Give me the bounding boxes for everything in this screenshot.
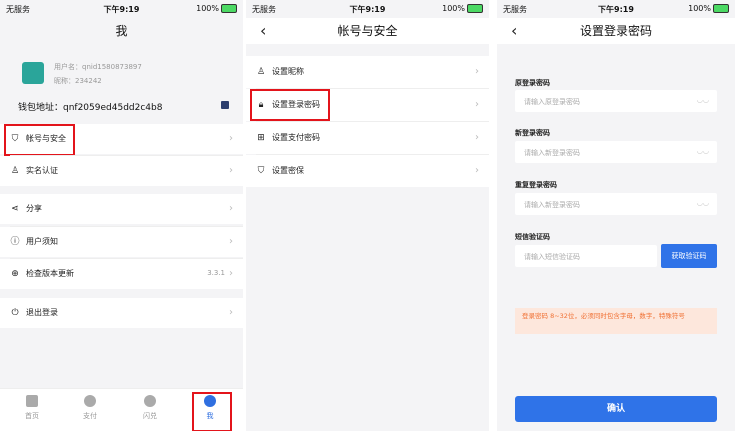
menu-item-real-name[interactable]: ♙ 实名认证 › [0,156,243,186]
new-password-label: 新登录密码 [515,129,550,137]
pay-icon [84,395,96,407]
password-rule-notice: 登录密码 8~32位，必须同时包含字母，数字，特殊符号 [515,308,717,334]
tab-exchange[interactable]: 闪兑 [130,395,170,421]
copy-icon[interactable] [221,101,229,109]
chevron-right-icon: › [229,307,233,318]
update-icon: ⊕ [11,269,19,279]
person-icon: ♙ [256,67,266,77]
menu-item-share[interactable]: ⋖ 分享 › [0,194,243,224]
old-password-field[interactable]: 请输入原登录密码 ◡◡ [515,90,717,112]
get-sms-code-button[interactable]: 获取验证码 [661,244,717,268]
new-password-field[interactable]: 请输入新登录密码 ◡◡ [515,141,717,163]
chevron-right-icon: › [229,236,233,247]
menu-item-set-security-question[interactable]: ⛉ 设置密保 › [246,155,489,187]
exchange-icon [144,395,156,407]
highlight-box [250,89,330,121]
tab-pay[interactable]: 支付 [70,395,110,421]
eye-closed-icon[interactable]: ◡◡ [697,96,709,104]
eye-closed-icon[interactable]: ◡◡ [697,147,709,155]
eye-closed-icon[interactable]: ◡◡ [697,199,709,207]
wallet-address: 钱包地址：qnf2059ed45dd2c4b8 [18,103,163,113]
battery-icon [467,4,483,13]
user-card: 用户名：qnid1580873897 昵称：234242 钱包地址：qnf205… [0,44,243,122]
profile-screen: 无服务 下午9:19 100% 我 用户名：qnid1580873897 昵称：… [0,0,243,431]
pay-lock-icon: ⊞ [257,133,265,143]
menu-item-logout[interactable]: ⏻ 退出登录 › [0,298,243,328]
chevron-right-icon: › [475,66,479,77]
battery-icon [713,4,729,13]
nickname-value: 234242 [75,77,102,85]
status-bar: 无服务 下午9:19 100% [497,0,735,18]
avatar[interactable] [22,62,44,84]
account-security-screen: 无服务 下午9:19 100% ‹ 帐号与安全 ♙ 设置昵称 › 🔒︎ 设置登录… [246,0,489,431]
person-icon: ♙ [10,166,20,176]
chevron-right-icon: › [475,165,479,176]
page-title: 我 [115,24,128,38]
chevron-right-icon: › [475,132,479,143]
tab-home[interactable]: 首页 [12,395,52,421]
home-icon [26,395,38,407]
page-title: 帐号与安全 [337,24,398,38]
old-password-label: 原登录密码 [515,79,550,87]
menu-item-user-notice[interactable]: ⓘ 用户须知 › [0,227,243,257]
battery-icon [221,4,237,13]
chevron-right-icon: › [229,268,233,279]
menu-item-set-nickname[interactable]: ♙ 设置昵称 › [246,56,489,88]
nickname-label: 昵称： [54,77,75,85]
confirm-button[interactable]: 确认 [515,396,717,422]
highlight-box [192,392,232,431]
repeat-password-label: 重复登录密码 [515,181,557,189]
back-icon[interactable]: ‹ [511,18,517,44]
shield-icon: ⛉ [257,166,265,176]
chevron-right-icon: › [475,99,479,110]
highlight-box [4,124,75,156]
status-bar: 无服务 下午9:19 100% [246,0,489,18]
repeat-password-field[interactable]: 请输入新登录密码 ◡◡ [515,193,717,215]
sms-code-label: 短信验证码 [515,233,550,241]
username-label: 用户名： [54,63,82,71]
status-bar: 无服务 下午9:19 100% [0,0,243,18]
share-icon: ⋖ [11,204,19,214]
info-icon: ⓘ [10,237,20,247]
battery-indicator: 100% [196,4,237,13]
username-value: qnid1580873897 [82,63,142,71]
power-icon: ⏻ [11,308,19,318]
sms-code-field[interactable]: 请输入短信验证码 [515,245,657,267]
chevron-right-icon: › [229,165,233,176]
menu-item-set-pay-password[interactable]: ⊞ 设置支付密码 › [246,122,489,154]
version-label: 3.3.1 [207,269,225,277]
page-title: 设置登录密码 [579,24,652,38]
chevron-right-icon: › [229,133,233,144]
chevron-right-icon: › [229,203,233,214]
menu-item-check-update[interactable]: ⊕ 检查版本更新 3.3.1 › [0,259,243,289]
back-icon[interactable]: ‹ [260,18,266,44]
set-login-password-screen: 无服务 下午9:19 100% ‹ 设置登录密码 原登录密码 请输入原登录密码 … [497,0,735,431]
